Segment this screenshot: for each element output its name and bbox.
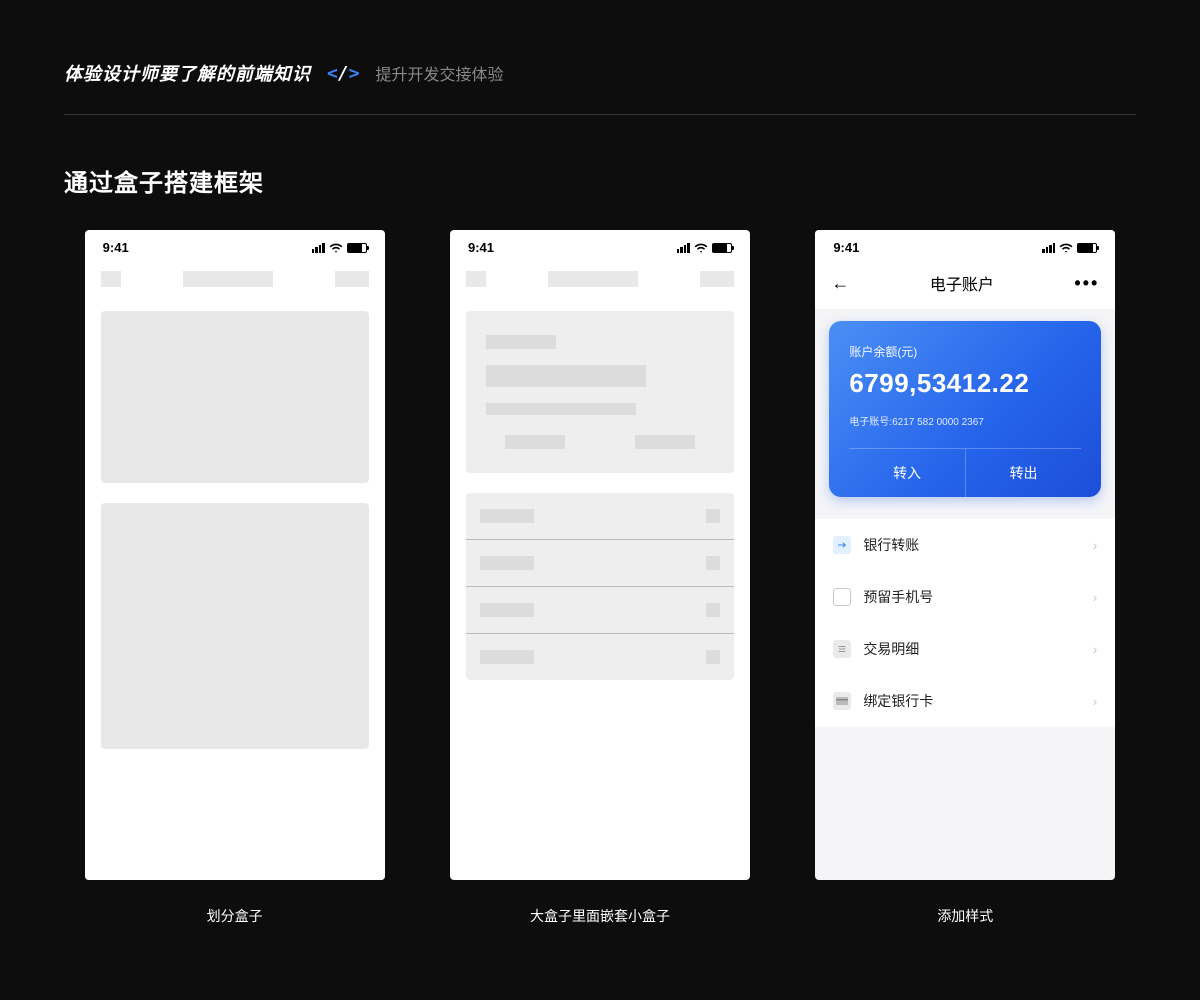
wireframe-list xyxy=(466,493,734,680)
battery-icon xyxy=(712,243,732,253)
menu-label: 交易明细 xyxy=(863,639,1080,659)
wireframe-row xyxy=(466,634,734,680)
status-time: 9:41 xyxy=(103,240,129,255)
wireframe-nested-card xyxy=(466,311,734,473)
phone-wireframe-1: 9:41 xyxy=(85,230,385,880)
chevron-right-icon: › xyxy=(1093,589,1098,605)
page-header: 体验设计师要了解的前端知识 </> 提升开发交接体验 xyxy=(64,60,1136,115)
placeholder-block xyxy=(335,271,369,287)
transfer-icon xyxy=(833,536,851,554)
chevron-right-icon: › xyxy=(1093,641,1098,657)
menu-list: 银行转账 › 预留手机号 › 交易明细 › xyxy=(815,519,1115,727)
battery-icon xyxy=(347,243,367,253)
menu-item-phone[interactable]: 预留手机号 › xyxy=(815,571,1115,623)
wireframe-card xyxy=(101,503,369,749)
placeholder-block xyxy=(486,335,556,349)
wireframe-buttons xyxy=(486,435,714,449)
status-bar: 9:41 xyxy=(815,230,1115,261)
status-bar: 9:41 xyxy=(450,230,750,261)
phone-column-3: 9:41 ← 电子账户 ••• 账户余额(元) 6799,53412.22 电子… xyxy=(795,230,1136,926)
caption-3: 添加样式 xyxy=(937,906,993,926)
wireframe-row xyxy=(466,493,734,540)
balance-label: 账户余额(元) xyxy=(849,343,1081,360)
card-actions: 转入 转出 xyxy=(849,448,1081,497)
transfer-in-button[interactable]: 转入 xyxy=(849,449,966,497)
phone-row: 9:41 划分盒子 xyxy=(64,230,1136,926)
wifi-icon xyxy=(1059,241,1073,255)
more-icon[interactable]: ••• xyxy=(1074,273,1099,294)
signal-icon xyxy=(1042,243,1055,253)
chevron-right-icon: › xyxy=(1093,693,1098,709)
back-arrow-icon[interactable]: ← xyxy=(831,273,849,294)
status-time: 9:41 xyxy=(468,240,494,255)
navbar: ← 电子账户 ••• xyxy=(815,261,1115,309)
wireframe-row xyxy=(466,540,734,587)
wireframe-row xyxy=(466,587,734,634)
caption-1: 划分盒子 xyxy=(207,906,263,926)
caption-2: 大盒子里面嵌套小盒子 xyxy=(530,906,670,926)
menu-label: 预留手机号 xyxy=(863,587,1080,607)
status-icons xyxy=(312,241,367,255)
signal-icon xyxy=(677,243,690,253)
status-icons xyxy=(677,241,732,255)
section-title: 通过盒子搭建框架 xyxy=(64,163,1136,198)
placeholder-block xyxy=(101,271,121,287)
placeholder-block xyxy=(700,271,734,287)
menu-label: 银行转账 xyxy=(863,535,1080,555)
status-time: 9:41 xyxy=(833,240,859,255)
placeholder-block xyxy=(486,365,646,387)
balance-amount: 6799,53412.22 xyxy=(849,368,1081,399)
placeholder-block xyxy=(635,435,695,449)
battery-icon xyxy=(1077,243,1097,253)
wifi-icon xyxy=(694,241,708,255)
page-title: 电子账户 xyxy=(930,271,994,295)
phone-icon xyxy=(833,588,851,606)
wireframe-content xyxy=(85,297,385,880)
phone-column-2: 9:41 xyxy=(429,230,770,926)
phone-column-1: 9:41 划分盒子 xyxy=(64,230,405,926)
wireframe-navbar xyxy=(85,261,385,297)
placeholder-block xyxy=(548,271,638,287)
wireframe-navbar xyxy=(450,261,750,297)
placeholder-block xyxy=(183,271,273,287)
phone-wireframe-2: 9:41 xyxy=(450,230,750,880)
menu-item-bank-transfer[interactable]: 银行转账 › xyxy=(815,519,1115,571)
signal-icon xyxy=(312,243,325,253)
code-icon: </> xyxy=(327,63,360,84)
phone-final: 9:41 ← 电子账户 ••• 账户余额(元) 6799,53412.22 电子… xyxy=(815,230,1115,880)
placeholder-block xyxy=(505,435,565,449)
balance-card: 账户余额(元) 6799,53412.22 电子账号:6217 582 0000… xyxy=(829,321,1101,497)
placeholder-block xyxy=(486,403,636,415)
menu-item-bind-card[interactable]: 绑定银行卡 › xyxy=(815,675,1115,727)
wifi-icon xyxy=(329,241,343,255)
status-bar: 9:41 xyxy=(85,230,385,261)
menu-label: 绑定银行卡 xyxy=(863,691,1080,711)
menu-item-transaction-detail[interactable]: 交易明细 › xyxy=(815,623,1115,675)
wireframe-card xyxy=(101,311,369,483)
chevron-right-icon: › xyxy=(1093,537,1098,553)
placeholder-block xyxy=(466,271,486,287)
header-title: 体验设计师要了解的前端知识 xyxy=(64,60,311,86)
list-icon xyxy=(833,640,851,658)
status-icons xyxy=(1042,241,1097,255)
header-subtitle: 提升开发交接体验 xyxy=(376,61,504,85)
card-icon xyxy=(833,692,851,710)
account-number: 电子账号:6217 582 0000 2367 xyxy=(849,413,1081,428)
transfer-out-button[interactable]: 转出 xyxy=(966,449,1082,497)
